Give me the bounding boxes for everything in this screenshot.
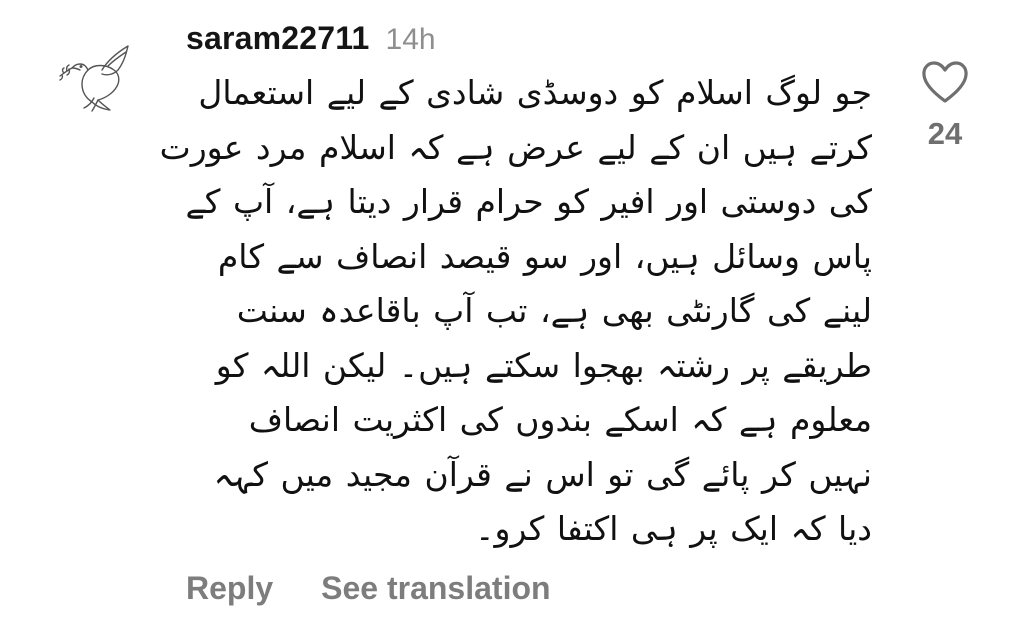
comment-line: کرتے ہیں ان کے لیے عرض ہے کہ اسلام مرد ع…	[159, 127, 872, 167]
comment-line: دیا کہ ایک پر ہی اکتفا کرو۔	[475, 509, 872, 548]
comment-body: جو لوگ اسلام کو دوسڈی شادی کے لیے استعما…	[159, 66, 872, 557]
comment-line: معلوم ہے کہ اسکے بندوں کی اکثریت انصاف	[248, 400, 872, 439]
comment-line: پاس وسائل ہیں، اور سو قیصد انصاف سے کام	[217, 236, 872, 276]
dove-icon	[59, 45, 129, 112]
comment-line: نہیں کر پائے گی تو اس نے قرآن مجید میں ک…	[213, 454, 872, 494]
comment-line: کی دوستی اور افیر کو حرام قرار دیتا ہے، …	[185, 182, 872, 221]
username[interactable]: saram22711	[186, 20, 370, 57]
comment-line: جو لوگ اسلام کو دوسڈی شادی کے لیے استعما…	[198, 73, 872, 112]
reply-button[interactable]: Reply	[186, 570, 273, 607]
comment-actions: Reply See translation	[186, 570, 551, 607]
timestamp: 14h	[385, 23, 436, 56]
comment-line: لینے کی گارنٹی بھی ہے، تب آپ باقاعدہ سنت	[236, 291, 872, 330]
heart-outline-icon[interactable]	[921, 60, 969, 104]
see-translation-button[interactable]: See translation	[321, 570, 550, 607]
comment: saram22711 14h جو لوگ اسلام کو دوسڈی شاد…	[0, 0, 1024, 630]
avatar[interactable]	[58, 40, 138, 112]
like-count: 24	[927, 116, 963, 151]
comment-line: طریقے پر رشتہ بھجوا سکتے ہیں۔ لیکن اللہ …	[215, 345, 872, 385]
like-control: 24	[915, 60, 975, 152]
comment-header: saram22711 14h	[186, 20, 436, 60]
